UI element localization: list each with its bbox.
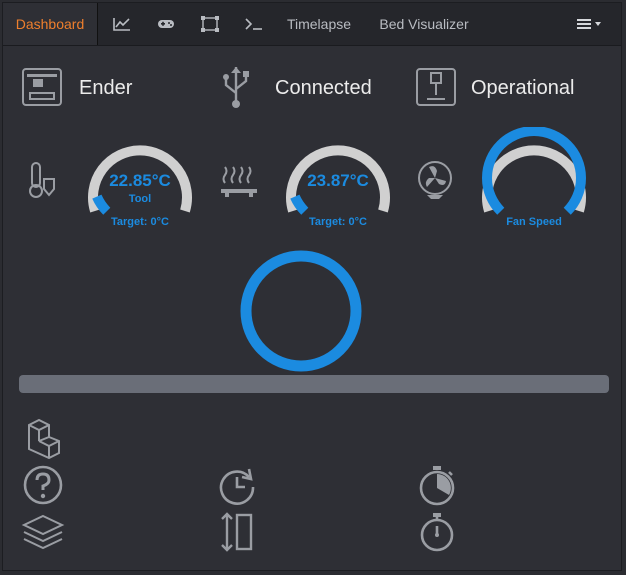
height-icon	[221, 512, 253, 552]
printer-state-icon	[416, 68, 456, 106]
fan-gauge-dial	[482, 126, 586, 215]
timer-icon	[420, 513, 454, 552]
menu-dropdown-button[interactable]	[571, 3, 611, 45]
print-progress-ring	[240, 250, 362, 372]
printer-icon	[22, 68, 62, 106]
tool-temperature: 22.85°C	[109, 171, 171, 190]
history-icon	[219, 468, 255, 505]
tab-timelapse[interactable]: Timelapse	[279, 3, 359, 45]
thermometer-nozzle-icon	[29, 162, 55, 198]
bed-temperature: 23.87°C	[307, 171, 369, 190]
tab-terminal[interactable]	[239, 3, 269, 45]
stopwatch-icon	[419, 466, 455, 506]
tab-graph[interactable]	[107, 3, 137, 45]
fan-icon	[418, 161, 452, 199]
bed-target: Target: 0°C	[309, 216, 367, 228]
tab-dashboard-label: Dashboard	[15, 16, 85, 32]
dashboard-panel: Dashboard Timelapse Bed Visualizer Ender…	[2, 2, 622, 571]
cube-icon	[28, 418, 60, 459]
print-progress-bar	[19, 375, 609, 393]
tool-target: Target: 0°C	[111, 216, 169, 228]
heated-bed-icon	[221, 166, 257, 197]
gamepad-icon	[158, 20, 174, 28]
fan-label: Fan Speed	[506, 216, 562, 228]
tool-gauge: 22.85°C Tool Target: 0°C	[85, 127, 195, 228]
tab-dashboard[interactable]: Dashboard	[3, 3, 98, 45]
help-icon	[23, 465, 63, 505]
bed-gauge: 23.87°C Target: 0°C	[283, 127, 393, 228]
tool-label: Tool	[128, 193, 152, 205]
printer-name: Ender	[79, 77, 133, 99]
terminal-icon	[245, 18, 262, 30]
object-group-icon	[201, 16, 219, 32]
layers-icon	[21, 514, 65, 550]
list-menu-icon	[577, 19, 601, 29]
usb-icon	[223, 67, 249, 108]
chart-line-icon	[113, 18, 130, 31]
fan-gauge: Fan Speed	[479, 126, 589, 228]
connection-status: Connected	[275, 77, 372, 99]
tab-bed-visualizer-label: Bed Visualizer	[379, 16, 469, 32]
tab-bed-visualizer[interactable]: Bed Visualizer	[369, 3, 479, 45]
tab-timelapse-label: Timelapse	[286, 16, 352, 32]
tab-gcode-viewer[interactable]	[195, 3, 225, 45]
tab-control[interactable]	[151, 3, 181, 45]
printer-state: Operational	[471, 77, 575, 99]
top-nav: Dashboard Timelapse Bed Visualizer	[3, 3, 621, 46]
